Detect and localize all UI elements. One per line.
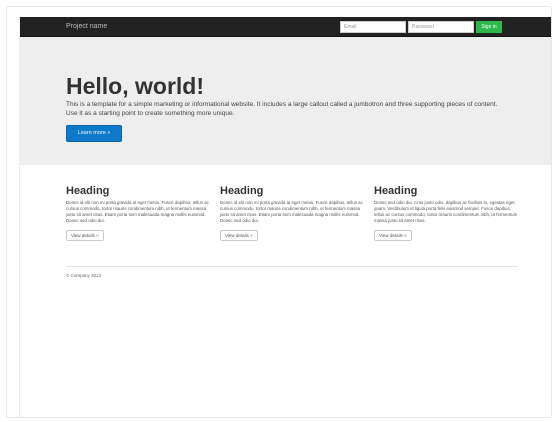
learn-more-button[interactable]: Learn more » — [66, 125, 122, 142]
view-details-button[interactable]: View details » — [66, 230, 104, 241]
signin-form: Sign in — [340, 21, 502, 34]
view-details-button[interactable]: View details » — [220, 230, 258, 241]
column-heading: Heading — [66, 185, 110, 197]
column-text: Donec sed odio dui. Cras justo odio, dap… — [374, 200, 518, 223]
navbar-brand[interactable]: Project name — [66, 21, 107, 32]
screenshot-frame: Project name Sign in Hello, world! This … — [6, 6, 552, 418]
content-column-3: Heading Donec sed odio dui. Cras justo o… — [374, 185, 520, 242]
footer-copyright: © Company 2013 — [66, 273, 102, 278]
jumbotron-lead: This is a template for a simple marketin… — [66, 101, 498, 117]
browser-viewport: Project name Sign in Hello, world! This … — [19, 17, 551, 417]
password-field[interactable] — [408, 21, 474, 33]
content-column-1: Heading Donec id elit non mi porta gravi… — [66, 185, 212, 242]
column-heading: Heading — [374, 185, 418, 197]
column-text: Donec id elit non mi porta gravida at eg… — [220, 200, 363, 223]
content-column-2: Heading Donec id elit non mi porta gravi… — [220, 185, 366, 242]
jumbotron: Hello, world! This is a template for a s… — [20, 37, 551, 165]
column-text: Donec id elit non mi porta gravida at eg… — [66, 200, 209, 223]
view-details-button[interactable]: View details » — [374, 230, 412, 241]
footer-divider — [66, 266, 518, 267]
email-field[interactable] — [340, 21, 406, 33]
top-navbar: Project name Sign in — [20, 17, 551, 37]
column-heading: Heading — [220, 185, 264, 197]
jumbotron-title: Hello, world! — [66, 73, 204, 99]
signin-button[interactable]: Sign in — [476, 21, 502, 33]
